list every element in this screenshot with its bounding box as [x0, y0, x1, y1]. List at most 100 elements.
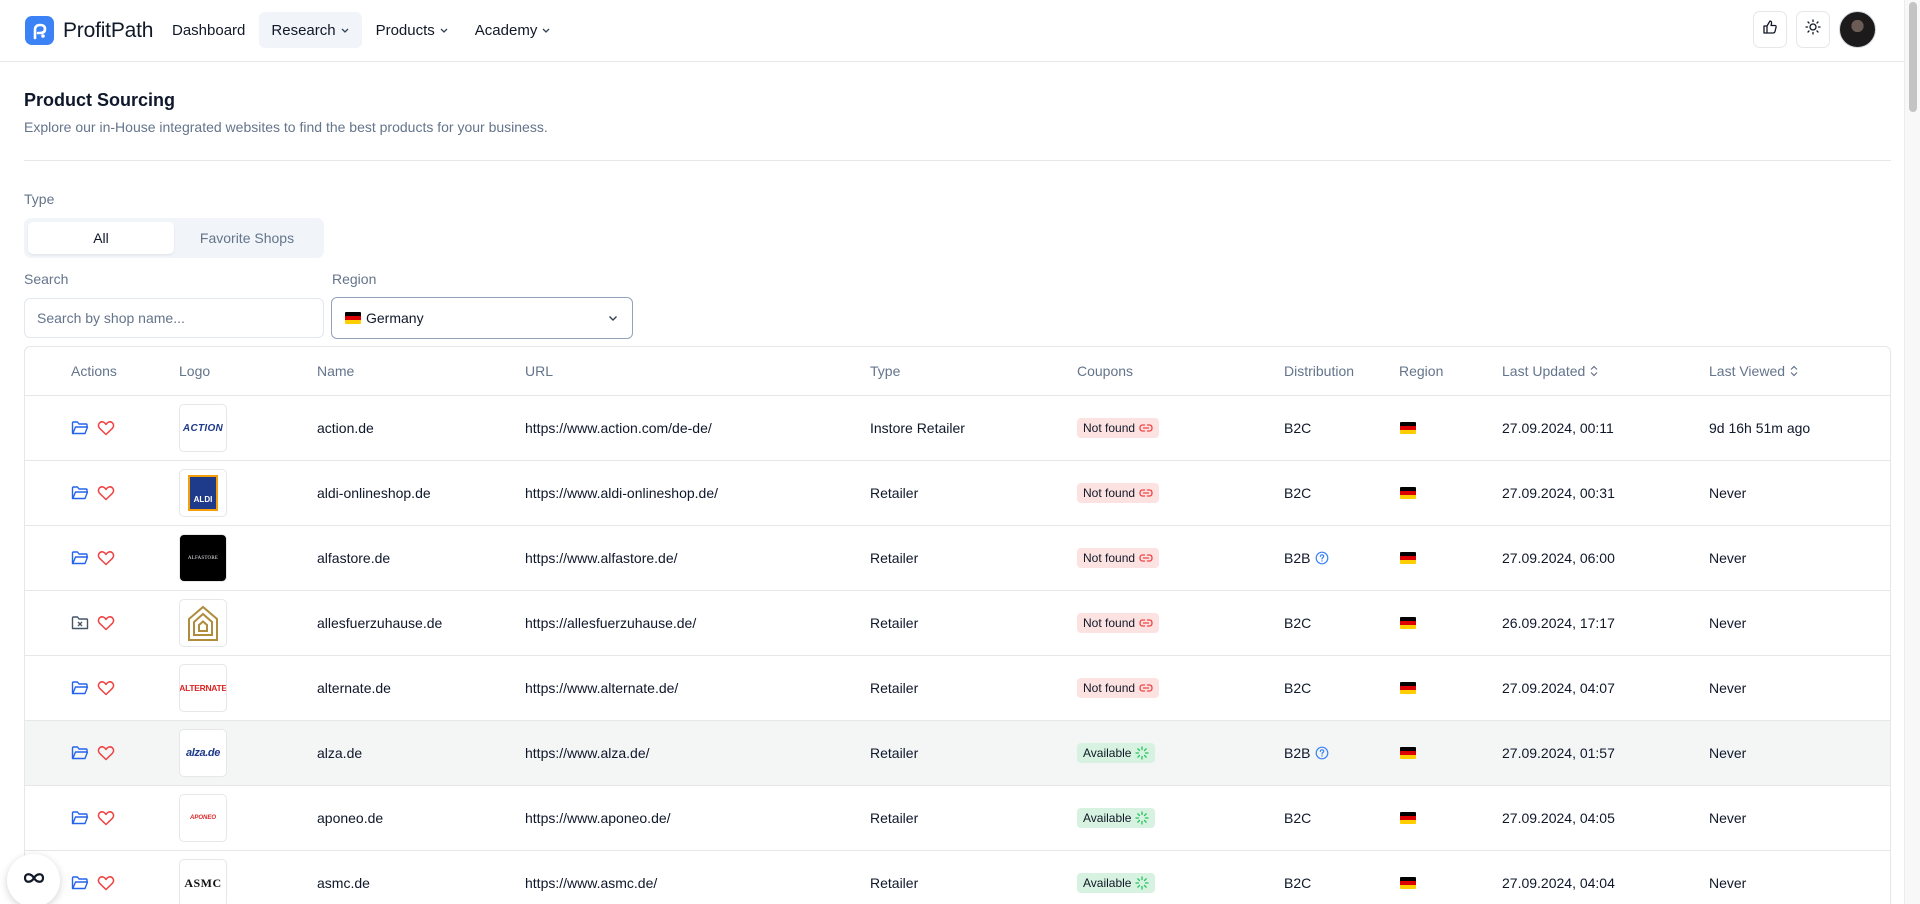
top-navigation-bar: ProfitPath Dashboard Research Products A…: [0, 0, 1904, 62]
coupon-status-badge[interactable]: Not found: [1077, 483, 1160, 503]
heart-icon[interactable]: [97, 485, 115, 501]
coupon-status-badge[interactable]: Available: [1077, 873, 1156, 893]
distribution-cell: B2C: [1284, 786, 1311, 850]
shop-name[interactable]: alternate.de: [317, 656, 391, 720]
heart-icon[interactable]: [97, 550, 115, 566]
support-chat-button[interactable]: [7, 854, 60, 904]
shop-logo: ALDI: [179, 469, 227, 517]
shop-type: Retailer: [870, 680, 919, 696]
last-updated: 27.09.2024, 01:57: [1502, 745, 1615, 761]
shop-url[interactable]: https://www.alfastore.de/: [525, 526, 678, 590]
shop-url[interactable]: https://www.alternate.de/: [525, 656, 678, 720]
heart-icon[interactable]: [97, 680, 115, 696]
folder-open-icon[interactable]: [71, 420, 89, 436]
folder-open-icon[interactable]: [71, 485, 89, 501]
shop-name[interactable]: alza.de: [317, 721, 362, 785]
table-row[interactable]: ACTION action.de https://www.action.com/de…: [25, 396, 1890, 461]
row-actions: [71, 591, 115, 655]
heart-icon[interactable]: [97, 615, 115, 631]
nav-products[interactable]: Products: [364, 12, 461, 48]
help-circle-icon[interactable]: [1315, 551, 1329, 565]
distribution-value: B2C: [1284, 420, 1312, 436]
shop-type: Instore Retailer: [870, 420, 965, 436]
heart-icon[interactable]: [97, 745, 115, 761]
coupon-status-badge[interactable]: Not found: [1077, 613, 1160, 633]
shop-name[interactable]: alfastore.de: [317, 526, 390, 590]
folder-open-icon[interactable]: [71, 745, 89, 761]
feedback-button[interactable]: [1753, 11, 1787, 48]
distribution-value: B2B: [1284, 745, 1311, 761]
column-header-distribution: Distribution: [1284, 363, 1355, 379]
help-circle-icon[interactable]: [1315, 746, 1329, 760]
coupon-status-badge[interactable]: Not found: [1077, 548, 1160, 568]
table-row[interactable]: allesfuerzuhause.de https://allesfuerzuha…: [25, 591, 1890, 656]
region-cell: [1400, 851, 1416, 904]
table-row[interactable]: alza.de alza.de https://www.alza.de/Retail…: [25, 721, 1890, 786]
germany-flag-icon: [1400, 747, 1416, 759]
shop-name[interactable]: asmc.de: [317, 851, 370, 904]
type-filter-label: Type: [24, 191, 55, 207]
table-row[interactable]: ALDI aldi-onlineshop.de https://www.aldi-o…: [25, 461, 1890, 526]
sun-icon: [1805, 19, 1821, 40]
table-row[interactable]: ALTERNATE alternate.de https://www.alterna…: [25, 656, 1890, 721]
column-header-last-updated[interactable]: Last Updated: [1502, 363, 1599, 379]
alfastore-logo-text: ALFASTORE: [187, 555, 219, 561]
type-option-all[interactable]: All: [28, 222, 174, 254]
page-subtitle: Explore our in-House integrated websites…: [24, 119, 548, 135]
shop-url[interactable]: https://allesfuerzuhause.de/: [525, 591, 696, 655]
shop-url[interactable]: https://www.aldi-onlineshop.de/: [525, 461, 718, 525]
folder-open-icon[interactable]: [71, 680, 89, 696]
folder-open-icon[interactable]: [71, 550, 89, 566]
row-logo-cell: ALDI: [179, 461, 227, 525]
table-row[interactable]: ALFASTORE alfastore.de https://www.alfasto…: [25, 526, 1890, 591]
shop-url[interactable]: https://www.alza.de/: [525, 721, 650, 785]
column-header-logo: Logo: [179, 363, 211, 379]
page-scrollbar[interactable]: [1904, 0, 1920, 904]
germany-flag-icon: [1400, 487, 1416, 499]
shop-name[interactable]: action.de: [317, 396, 374, 460]
shop-url[interactable]: https://www.action.com/de-de/: [525, 396, 712, 460]
aldi-logo-text: ALDI: [188, 475, 218, 511]
last-viewed: 9d 16h 51m ago: [1709, 420, 1811, 436]
nav-research[interactable]: Research: [259, 12, 362, 48]
heart-icon[interactable]: [97, 875, 115, 891]
nav-academy[interactable]: Academy: [463, 12, 564, 48]
shop-name[interactable]: aponeo.de: [317, 786, 383, 850]
row-actions: [71, 526, 115, 590]
coupons-cell: Available: [1077, 851, 1156, 904]
heart-icon[interactable]: [97, 810, 115, 826]
table-row[interactable]: APONEO aponeo.de https://www.aponeo.de/Ret…: [25, 786, 1890, 851]
type-option-favorite-shops[interactable]: Favorite Shops: [174, 222, 320, 254]
app-logo[interactable]: ProfitPath: [25, 16, 153, 45]
folder-open-icon[interactable]: [71, 810, 89, 826]
last-updated: 27.09.2024, 04:04: [1502, 875, 1615, 891]
shop-type: Retailer: [870, 615, 919, 631]
coupon-status-badge[interactable]: Available: [1077, 743, 1156, 763]
coupon-status-badge[interactable]: Not found: [1077, 678, 1160, 698]
coupon-status-badge[interactable]: Available: [1077, 808, 1156, 828]
folder-open-icon[interactable]: [71, 875, 89, 891]
nav-dashboard[interactable]: Dashboard: [160, 12, 257, 48]
heart-icon[interactable]: [97, 420, 115, 436]
column-header-last-viewed[interactable]: Last Viewed: [1709, 363, 1799, 379]
shop-url[interactable]: https://www.aponeo.de/: [525, 786, 671, 850]
table-row[interactable]: ASMC asmc.de https://www.asmc.de/Retailer A…: [25, 851, 1890, 904]
user-avatar[interactable]: [1839, 11, 1876, 48]
coupon-status-badge[interactable]: Not found: [1077, 418, 1160, 438]
shop-name[interactable]: aldi-onlineshop.de: [317, 461, 431, 525]
shop-url[interactable]: https://www.asmc.de/: [525, 851, 657, 904]
last-viewed: Never: [1709, 485, 1747, 501]
shop-name[interactable]: allesfuerzuhause.de: [317, 591, 442, 655]
theme-toggle-button[interactable]: [1796, 11, 1830, 48]
shop-type: Retailer: [870, 485, 919, 501]
folder-remove-icon[interactable]: [71, 615, 89, 631]
coupons-cell: Not found: [1077, 656, 1160, 720]
main-nav: Dashboard Research Products Academy: [160, 12, 563, 48]
region-select[interactable]: Germany: [331, 297, 633, 339]
row-logo-cell: ALTERNATE: [179, 656, 227, 720]
shop-search-input[interactable]: [24, 298, 324, 338]
germany-flag-icon: [1400, 552, 1416, 564]
scrollbar-thumb[interactable]: [1909, 2, 1917, 112]
link-icon: [1139, 423, 1153, 433]
coupon-status-text: Not found: [1083, 486, 1136, 500]
